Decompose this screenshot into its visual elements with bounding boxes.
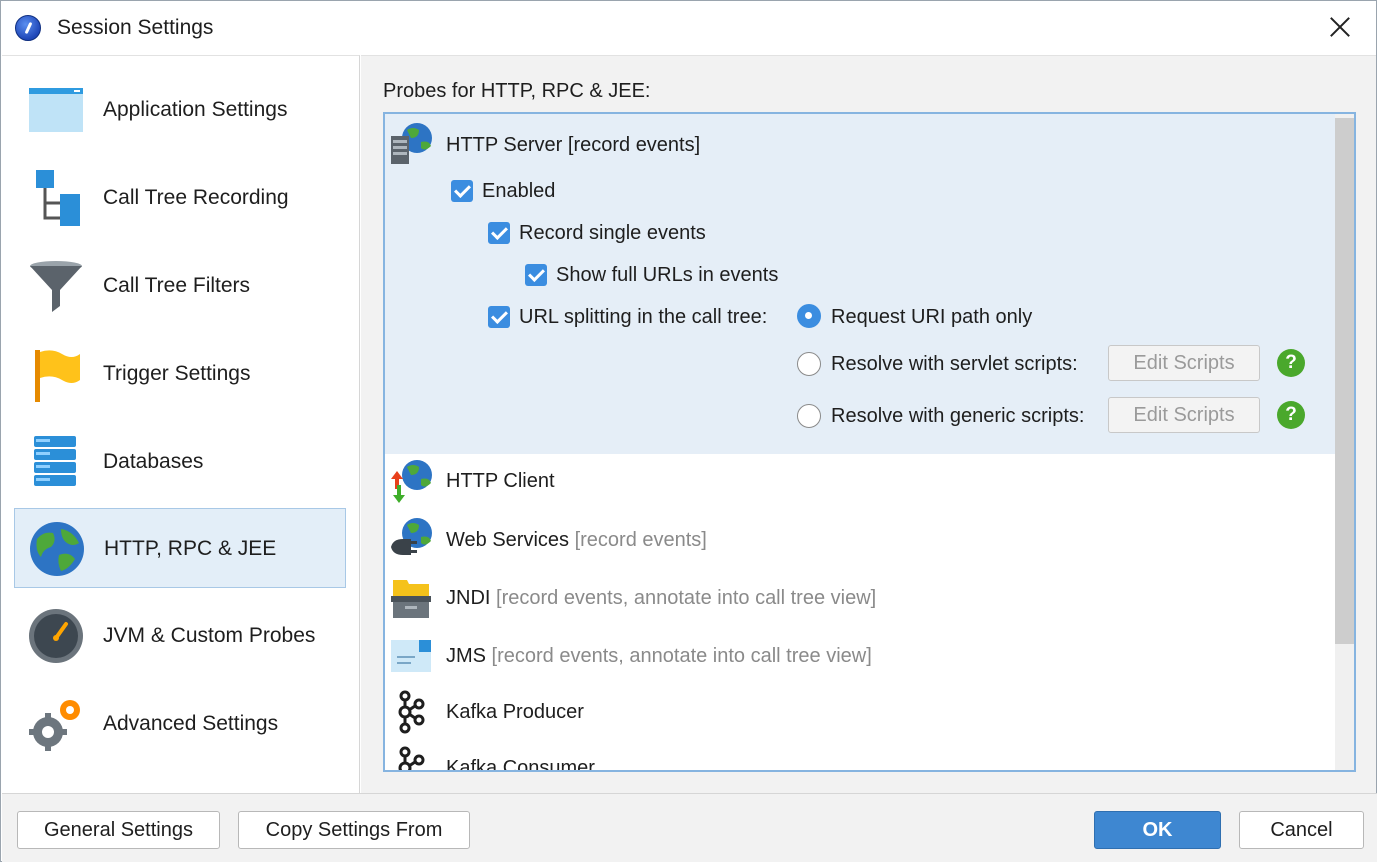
- database-icon: [34, 436, 76, 486]
- jms-icon: [391, 640, 431, 672]
- edit-servlet-scripts-button[interactable]: Edit Scripts: [1108, 345, 1260, 381]
- probe-name: Web Services: [446, 529, 570, 551]
- probe-kafka-producer[interactable]: Kafka Producer: [446, 701, 584, 724]
- kafka-producer-icon: [398, 690, 425, 734]
- app-icon: [15, 15, 41, 41]
- probe-name: JNDI: [446, 587, 491, 609]
- probes-heading: Probes for HTTP, RPC & JEE:: [383, 80, 651, 102]
- sidebar-item-advanced-settings[interactable]: Advanced Settings: [14, 684, 346, 764]
- sidebar-item-databases[interactable]: Databases: [14, 422, 346, 502]
- record-single-events-label: Record single events: [519, 222, 706, 244]
- enabled-checkbox[interactable]: [451, 180, 473, 202]
- sidebar: Application Settings Call Tree Recording…: [2, 55, 360, 793]
- sidebar-item-label: Trigger Settings: [103, 362, 251, 385]
- dialog-title: Session Settings: [57, 16, 214, 39]
- url-splitting-checkbox[interactable]: [488, 306, 510, 328]
- edit-generic-scripts-button[interactable]: Edit Scripts: [1108, 397, 1260, 433]
- http-server-icon: [391, 123, 432, 164]
- show-full-urls-checkbox[interactable]: [525, 264, 547, 286]
- http-client-icon: [391, 460, 432, 503]
- show-full-urls-label: Show full URLs in events: [556, 264, 779, 286]
- close-button[interactable]: [1326, 13, 1354, 41]
- globe-icon: [30, 522, 84, 576]
- servlet-scripts-label: Resolve with servlet scripts:: [831, 353, 1078, 375]
- scrollbar-thumb[interactable]: [1335, 118, 1354, 644]
- dialog-footer: General Settings Copy Settings From OK C…: [2, 793, 1377, 862]
- session-settings-dialog: Session Settings Application Settings Ca…: [0, 0, 1377, 862]
- probe-list: HTTP Server [record events] Enabled Reco…: [383, 112, 1356, 772]
- probe-list-scrollbar[interactable]: [1335, 114, 1354, 770]
- probe-name: HTTP Client: [446, 470, 555, 492]
- title-bar: Session Settings: [1, 1, 1376, 55]
- gears-icon: [29, 700, 80, 751]
- sidebar-item-label: JVM & Custom Probes: [103, 624, 316, 647]
- generic-help-icon[interactable]: ?: [1277, 401, 1305, 429]
- probe-note: [record events]: [569, 529, 707, 551]
- http-server-probe-panel[interactable]: HTTP Server [record events] Enabled Reco…: [385, 114, 1335, 454]
- kafka-consumer-icon: [398, 746, 425, 770]
- record-single-events-checkbox[interactable]: [488, 222, 510, 244]
- main-panel: Probes for HTTP, RPC & JEE: HTTP Server …: [361, 55, 1376, 793]
- general-settings-button[interactable]: General Settings: [17, 811, 220, 849]
- request-uri-label: Request URI path only: [831, 306, 1033, 328]
- sidebar-item-call-tree-filters[interactable]: Call Tree Filters: [14, 246, 346, 326]
- jndi-icon: [391, 580, 431, 618]
- sidebar-item-label: Application Settings: [103, 98, 288, 121]
- probe-note: [record events]: [562, 134, 701, 156]
- gauge-icon: [29, 609, 83, 663]
- web-services-icon: [391, 518, 432, 555]
- probe-name: Kafka Producer: [446, 701, 584, 723]
- call-tree-icon: [36, 170, 80, 226]
- generic-scripts-radio[interactable]: [797, 404, 821, 428]
- probe-name: Kafka Consumer: [446, 757, 595, 772]
- funnel-icon: [30, 261, 82, 312]
- sidebar-item-label: Advanced Settings: [103, 712, 279, 735]
- url-splitting-label: URL splitting in the call tree:: [519, 306, 768, 328]
- sidebar-item-label: Databases: [103, 450, 204, 473]
- sidebar-item-application-settings[interactable]: Application Settings: [14, 70, 346, 150]
- probe-note: [record events, annotate into call tree …: [490, 587, 877, 609]
- generic-scripts-label: Resolve with generic scripts:: [831, 405, 1085, 427]
- sidebar-item-trigger-settings[interactable]: Trigger Settings: [14, 334, 346, 414]
- probe-title: HTTP Server [record events]: [446, 134, 700, 157]
- probe-web-services[interactable]: Web Services [record events]: [446, 529, 707, 552]
- ok-button[interactable]: OK: [1094, 811, 1221, 849]
- sidebar-item-label: Call Tree Filters: [103, 274, 251, 297]
- sidebar-item-http-rpc-jee[interactable]: HTTP, RPC & JEE: [14, 508, 346, 588]
- probe-kafka-consumer[interactable]: Kafka Consumer: [446, 757, 595, 772]
- probe-jndi[interactable]: JNDI [record events, annotate into call …: [446, 587, 876, 610]
- sidebar-item-call-tree-recording[interactable]: Call Tree Recording: [14, 158, 346, 238]
- enabled-label: Enabled: [482, 180, 556, 202]
- probe-note: [record events, annotate into call tree …: [486, 645, 872, 667]
- sidebar-item-label: HTTP, RPC & JEE: [104, 537, 277, 560]
- probe-name: JMS: [446, 645, 486, 667]
- sidebar-item-jvm-custom-probes[interactable]: JVM & Custom Probes: [14, 596, 346, 676]
- servlet-scripts-radio[interactable]: [797, 352, 821, 376]
- flag-icon: [35, 350, 80, 402]
- window-icon: [29, 88, 83, 132]
- request-uri-radio[interactable]: [797, 304, 821, 328]
- copy-settings-from-button[interactable]: Copy Settings From: [238, 811, 470, 849]
- probe-jms[interactable]: JMS [record events, annotate into call t…: [446, 645, 872, 668]
- probe-name: HTTP Server: [446, 134, 563, 156]
- sidebar-item-label: Call Tree Recording: [103, 186, 289, 209]
- probe-http-client[interactable]: HTTP Client: [446, 470, 555, 493]
- servlet-help-icon[interactable]: ?: [1277, 349, 1305, 377]
- cancel-button[interactable]: Cancel: [1239, 811, 1364, 849]
